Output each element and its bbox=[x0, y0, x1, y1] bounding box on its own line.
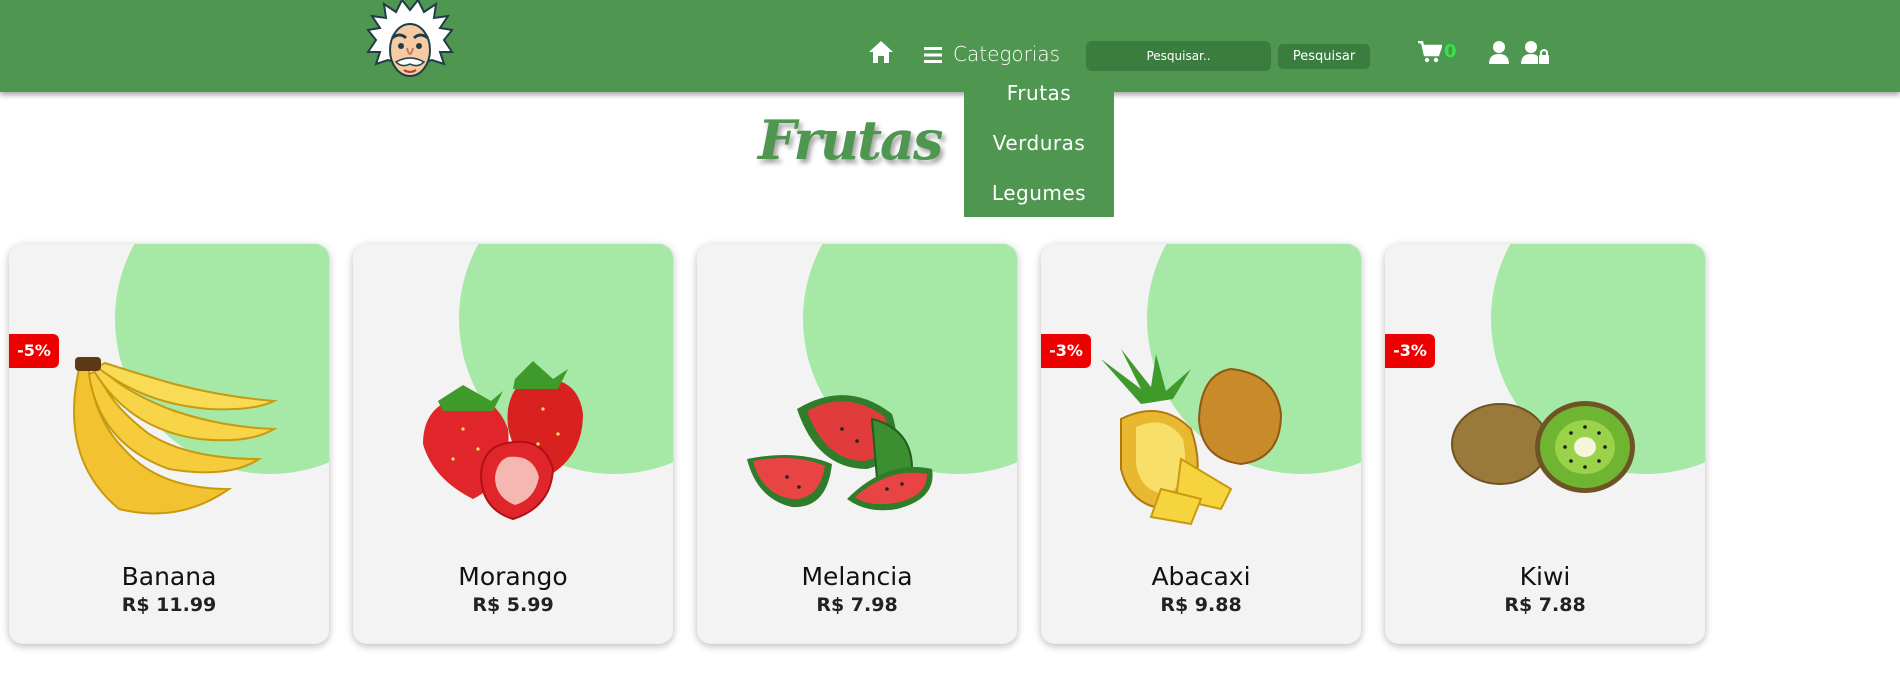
user-icon[interactable] bbox=[1488, 40, 1510, 64]
product-price: R$ 5.99 bbox=[472, 594, 554, 616]
search-button[interactable]: Pesquisar bbox=[1278, 44, 1370, 69]
product-card-kiwi[interactable]: -3% Kiwi R$ 7.88 bbox=[1385, 244, 1705, 644]
dropdown-item-frutas[interactable]: Frutas bbox=[964, 73, 1114, 123]
product-price: R$ 11.99 bbox=[121, 594, 217, 616]
product-price: R$ 7.88 bbox=[1504, 594, 1586, 616]
top-navbar: Categorias Pesquisar 0 bbox=[0, 0, 1900, 92]
banana-image bbox=[73, 357, 278, 515]
product-name: Melancia bbox=[801, 562, 913, 591]
logo[interactable] bbox=[364, 0, 456, 92]
product-name: Abacaxi bbox=[1151, 562, 1251, 591]
watermelon-image bbox=[747, 395, 933, 511]
categories-dropdown: Frutas Verduras Legumes bbox=[964, 72, 1114, 217]
section-title: Frutas bbox=[758, 108, 943, 172]
product-name: Banana bbox=[121, 562, 217, 591]
menu-icon[interactable] bbox=[924, 47, 942, 63]
product-card-melancia[interactable]: Melancia R$ 7.98 bbox=[697, 244, 1017, 644]
product-price: R$ 7.98 bbox=[816, 594, 898, 616]
strawberry-image bbox=[423, 361, 583, 521]
cart-count: 0 bbox=[1444, 41, 1457, 62]
product-card-morango[interactable]: Morango R$ 5.99 bbox=[353, 244, 673, 644]
user-lock-icon[interactable] bbox=[1521, 40, 1549, 64]
dropdown-item-legumes[interactable]: Legumes bbox=[964, 173, 1114, 223]
categories-menu-label[interactable]: Categorias bbox=[953, 42, 1060, 66]
search-input[interactable] bbox=[1086, 41, 1271, 71]
product-price: R$ 9.88 bbox=[1160, 594, 1242, 616]
product-card-banana[interactable]: -5% Banana R$ 11.99 bbox=[9, 244, 329, 644]
dropdown-item-verduras[interactable]: Verduras bbox=[964, 123, 1114, 173]
home-icon[interactable] bbox=[868, 40, 894, 64]
product-card-abacaxi[interactable]: -3% Abacaxi R$ 9.88 bbox=[1041, 244, 1361, 644]
kiwi-image bbox=[1451, 401, 1635, 493]
pineapple-image bbox=[1101, 349, 1283, 526]
product-name: Kiwi bbox=[1519, 562, 1571, 591]
product-name: Morango bbox=[458, 562, 568, 591]
cart-icon[interactable] bbox=[1418, 41, 1442, 63]
